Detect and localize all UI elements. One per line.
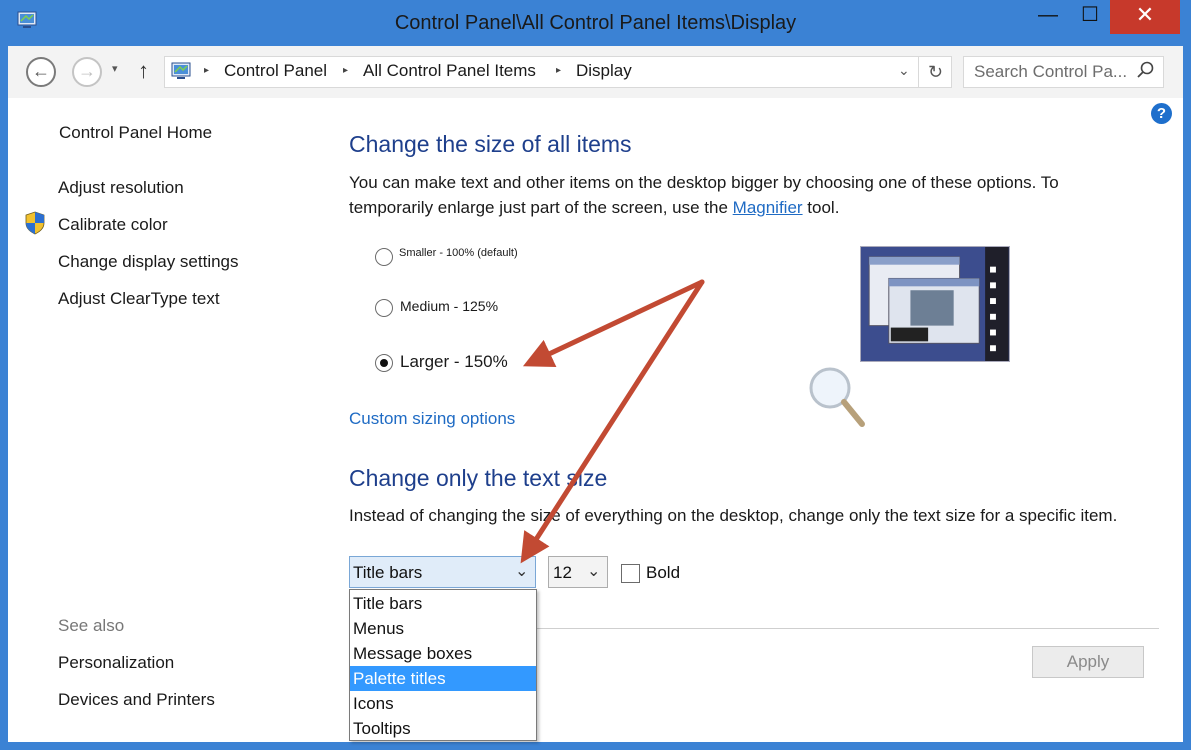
font-size-value[interactable]: 12 (553, 563, 572, 583)
radio-larger-label[interactable]: Larger - 150% (400, 352, 508, 372)
item-select-value[interactable]: Title bars (353, 563, 422, 583)
chevron-down-icon[interactable]: ⌄ (587, 561, 600, 581)
dropdown-option-palette-titles[interactable]: Palette titles (350, 666, 536, 691)
control-panel-icon (171, 62, 191, 79)
display-preview-image (860, 246, 1010, 362)
recent-locations-button[interactable]: ▾ (112, 62, 118, 75)
dropdown-option-title-bars[interactable]: Title bars (350, 591, 536, 616)
breadcrumb-all-items[interactable]: All Control Panel Items (363, 61, 536, 81)
dropdown-option-tooltips[interactable]: Tooltips (350, 716, 536, 741)
sidebar-link-devices-and-printers[interactable]: Devices and Printers (58, 690, 215, 710)
radio-medium-label[interactable]: Medium - 125% (400, 298, 498, 314)
description-text-end: tool. (802, 198, 840, 217)
divider (537, 628, 1159, 629)
breadcrumb-separator-icon[interactable]: ▸ (556, 65, 561, 76)
dropdown-option-menus[interactable]: Menus (350, 616, 536, 641)
sidebar-link-adjust-resolution[interactable]: Adjust resolution (58, 178, 184, 198)
text-size-description: Instead of changing the size of everythi… (349, 506, 1118, 525)
sidebar-link-calibrate-color[interactable]: Calibrate color (58, 215, 168, 235)
maximize-button[interactable]: ☐ (1072, 0, 1108, 34)
window-title: Control Panel\All Control Panel Items\Di… (394, 12, 797, 34)
sidebar-link-change-display-settings[interactable]: Change display settings (58, 252, 239, 272)
breadcrumb-control-panel[interactable]: Control Panel (224, 61, 327, 81)
see-also-label: See also (58, 616, 125, 635)
dropdown-option-message-boxes[interactable]: Message boxes (350, 641, 536, 666)
radio-larger[interactable] (375, 354, 393, 372)
chevron-down-icon[interactable]: ⌄ (515, 561, 528, 581)
up-button[interactable]: ↑ (138, 58, 149, 84)
dropdown-option-icons[interactable]: Icons (350, 691, 536, 716)
description-text: You can make text and other items on the… (349, 173, 1059, 217)
breadcrumb-display[interactable]: Display (576, 61, 632, 81)
radio-smaller[interactable] (375, 248, 393, 266)
custom-sizing-link[interactable]: Custom sizing options (349, 409, 515, 429)
radio-selected-dot (380, 359, 388, 367)
search-input[interactable]: Search Control Pa... (974, 62, 1127, 82)
breadcrumb-separator-icon[interactable]: ▸ (204, 65, 209, 76)
forward-button[interactable]: → (72, 57, 102, 87)
refresh-button[interactable]: ↻ (918, 56, 952, 88)
magnifier-link[interactable]: Magnifier (733, 198, 803, 217)
magnifier-icon (809, 367, 865, 427)
sidebar-link-adjust-cleartype[interactable]: Adjust ClearType text (58, 289, 220, 309)
search-icon[interactable] (1136, 60, 1156, 80)
back-button[interactable]: ← (26, 57, 56, 87)
sidebar-link-control-panel-home[interactable]: Control Panel Home (59, 123, 212, 143)
shield-icon (25, 211, 45, 235)
item-dropdown-list[interactable]: Title bars Menus Message boxes Palette t… (349, 589, 537, 741)
radio-medium[interactable] (375, 299, 393, 317)
size-all-items-heading: Change the size of all items (349, 131, 632, 157)
bold-label[interactable]: Bold (646, 563, 680, 583)
close-button[interactable]: ✕ (1110, 0, 1180, 34)
bold-checkbox[interactable] (621, 564, 640, 583)
size-all-items-description: You can make text and other items on the… (349, 170, 1139, 220)
breadcrumb-separator-icon[interactable]: ▸ (343, 65, 348, 76)
sidebar-link-personalization[interactable]: Personalization (58, 653, 174, 673)
help-icon[interactable]: ? (1151, 103, 1172, 124)
address-dropdown-icon[interactable]: ⌄ (898, 62, 910, 79)
apply-button[interactable]: Apply (1032, 646, 1144, 678)
radio-smaller-label[interactable]: Smaller - 100% (default) (399, 247, 518, 259)
minimize-button[interactable]: — (1030, 0, 1066, 34)
text-size-heading: Change only the text size (349, 465, 608, 491)
